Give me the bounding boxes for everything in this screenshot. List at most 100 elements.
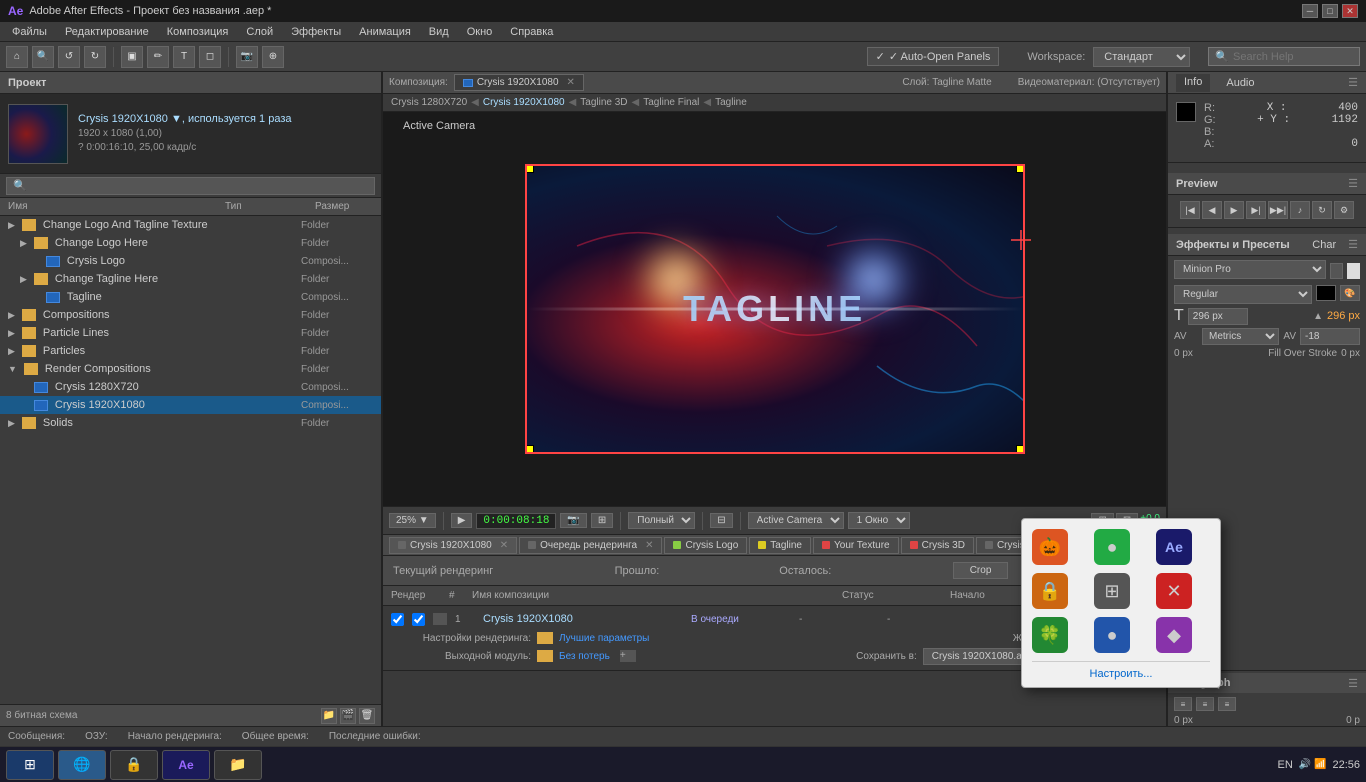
toolbar-text[interactable]: T xyxy=(173,46,195,68)
prev-play[interactable]: ▶ xyxy=(1224,201,1244,219)
rq-check2[interactable] xyxy=(412,613,425,626)
color-box[interactable] xyxy=(1316,285,1336,301)
timecode[interactable]: 0:00:08:18 xyxy=(476,513,556,529)
grid-btn[interactable]: ⊞ xyxy=(591,513,613,528)
tab-close-rq[interactable]: ✕ xyxy=(645,540,653,551)
font-select[interactable]: Minion Pro xyxy=(1174,260,1326,279)
menu-edit[interactable]: Редактирование xyxy=(57,24,157,40)
search-input[interactable] xyxy=(1233,51,1353,63)
view-select[interactable]: 1 Окно xyxy=(848,512,910,529)
maximize-button[interactable]: □ xyxy=(1322,4,1338,18)
prev-frame-back[interactable]: ◀ xyxy=(1202,201,1222,219)
menu-files[interactable]: Файлы xyxy=(4,24,55,40)
tree-item-crysis-1920[interactable]: ▶ Crysis 1920X1080 Composi... xyxy=(0,396,381,414)
start-button[interactable]: ⊞ xyxy=(6,750,54,780)
tab-crysis-1920[interactable]: Crysis 1920X1080 ✕ xyxy=(389,537,517,554)
prev-audio[interactable]: ♪ xyxy=(1290,201,1310,219)
menu-animation[interactable]: Анимация xyxy=(351,24,419,40)
popup-icon-6[interactable]: ✕ xyxy=(1156,573,1192,609)
align-center[interactable]: ≡ xyxy=(1196,697,1214,711)
menu-composition[interactable]: Композиция xyxy=(159,24,237,40)
handle-tl[interactable] xyxy=(526,165,534,173)
breadcrumb-tagline[interactable]: Tagline xyxy=(715,97,747,108)
prev-skip-start[interactable]: |◀ xyxy=(1180,201,1200,219)
toolbar-pen[interactable]: ✏ xyxy=(147,46,169,68)
effects-menu[interactable]: ☰ xyxy=(1348,238,1358,251)
folder-btn[interactable]: 📁 xyxy=(214,750,262,780)
quality-select[interactable]: Полный xyxy=(628,512,695,529)
camera-select[interactable]: Active Camera xyxy=(748,512,844,529)
paragraph-menu[interactable]: ☰ xyxy=(1348,677,1358,690)
menu-window[interactable]: Окно xyxy=(459,24,501,40)
menu-effects[interactable]: Эффекты xyxy=(283,24,349,40)
output-link[interactable]: Без потерь xyxy=(559,651,610,662)
workspace-select[interactable]: Стандарт xyxy=(1093,47,1190,67)
zoom-btn[interactable]: 25% ▼ xyxy=(389,513,436,528)
toolbar-search[interactable]: 🔍 xyxy=(32,46,54,68)
font-tool-btn[interactable] xyxy=(1330,263,1343,279)
delete-btn[interactable]: 🗑 xyxy=(359,708,375,724)
new-folder-btn[interactable]: 📁 xyxy=(321,708,337,724)
comp-tab-close[interactable]: ✕ xyxy=(567,77,575,88)
tree-item-change-logo-tagline[interactable]: ▶ Change Logo And Tagline Texture Folder xyxy=(0,216,381,234)
camera-btn[interactable]: 📷 xyxy=(560,513,586,528)
breadcrumb-1920[interactable]: Crysis 1920X1080 xyxy=(483,97,565,108)
tab-render-queue[interactable]: Очередь рендеринга ✕ xyxy=(519,537,662,554)
popup-icon-ae[interactable]: Ae xyxy=(1156,529,1192,565)
tab-crysis-logo[interactable]: Crysis Logo xyxy=(664,537,747,554)
configure-btn[interactable]: Настроить... xyxy=(1032,668,1210,680)
minimize-button[interactable]: ─ xyxy=(1302,4,1318,18)
menu-view[interactable]: Вид xyxy=(421,24,457,40)
tree-item-solids[interactable]: ▶ Solids Folder xyxy=(0,414,381,432)
handle-tr[interactable] xyxy=(1016,165,1024,173)
toolbar-shape[interactable]: ◻ xyxy=(199,46,221,68)
color-swatch[interactable] xyxy=(1176,102,1196,122)
prev-loop[interactable]: ↻ xyxy=(1312,201,1332,219)
tab-your-texture[interactable]: Your Texture xyxy=(813,537,899,554)
project-search[interactable] xyxy=(0,174,381,198)
preview-menu[interactable]: ☰ xyxy=(1348,177,1358,190)
font-size-input[interactable] xyxy=(1188,308,1248,325)
play-btn[interactable]: ▶ xyxy=(451,513,473,528)
tree-item-render-compositions[interactable]: ▼ Render Compositions Folder xyxy=(0,360,381,378)
style-select[interactable]: Regular xyxy=(1174,285,1312,304)
ae-taskbar-btn[interactable]: Ae xyxy=(162,750,210,780)
breadcrumb-taglinefinal[interactable]: Tagline Final xyxy=(643,97,699,108)
tree-item-compositions[interactable]: ▶ Compositions Folder xyxy=(0,306,381,324)
color-btn2[interactable]: 🎨 xyxy=(1340,285,1360,301)
menu-help[interactable]: Справка xyxy=(502,24,561,40)
tab-info[interactable]: Info xyxy=(1176,74,1210,92)
popup-icon-2[interactable]: ● xyxy=(1094,529,1130,565)
tree-item-particles[interactable]: ▶ Particles Folder xyxy=(0,342,381,360)
popup-icon-1[interactable]: 🎃 xyxy=(1032,529,1068,565)
rq-check[interactable] xyxy=(391,613,404,626)
tab-crysis-3d[interactable]: Crysis 3D xyxy=(901,537,974,554)
popup-icon-5[interactable]: ⊞ xyxy=(1094,573,1130,609)
security-btn[interactable]: 🔒 xyxy=(110,750,158,780)
prev-skip-end[interactable]: ▶▶| xyxy=(1268,201,1288,219)
toolbar-tool2[interactable]: ↻ xyxy=(84,46,106,68)
prev-frame-fwd[interactable]: ▶| xyxy=(1246,201,1266,219)
breadcrumb-tagline3d[interactable]: Tagline 3D xyxy=(580,97,627,108)
popup-icon-7[interactable]: 🍀 xyxy=(1032,617,1068,653)
tab-tagline[interactable]: Tagline xyxy=(749,537,811,554)
toolbar-home[interactable]: ⌂ xyxy=(6,46,28,68)
search-box[interactable]: 🔍 xyxy=(1208,47,1360,66)
comp-tab-active[interactable]: Crysis 1920X1080 ✕ xyxy=(454,74,584,91)
prev-settings[interactable]: ⚙ xyxy=(1334,201,1354,219)
close-button[interactable]: ✕ xyxy=(1342,4,1358,18)
handle-br[interactable] xyxy=(1016,445,1024,453)
tab-audio[interactable]: Audio xyxy=(1218,75,1262,91)
av-input[interactable] xyxy=(1300,328,1360,345)
toolbar-cam[interactable]: 📷 xyxy=(236,46,258,68)
breadcrumb-1280[interactable]: Crysis 1280X720 xyxy=(391,97,467,108)
toolbar-select[interactable]: ▣ xyxy=(121,46,143,68)
av-select[interactable]: Metrics xyxy=(1202,328,1279,345)
popup-icon-9[interactable]: ◆ xyxy=(1156,617,1192,653)
align-left[interactable]: ≡ xyxy=(1174,697,1192,711)
align-right[interactable]: ≡ xyxy=(1218,697,1236,711)
tree-item-change-tagline-here[interactable]: ▶ Change Tagline Here Folder xyxy=(0,270,381,288)
settings-link[interactable]: Лучшие параметры xyxy=(559,633,649,644)
handle-bl[interactable] xyxy=(526,445,534,453)
tree-item-crysis-logo[interactable]: ▶ Crysis Logo Composi... xyxy=(0,252,381,270)
